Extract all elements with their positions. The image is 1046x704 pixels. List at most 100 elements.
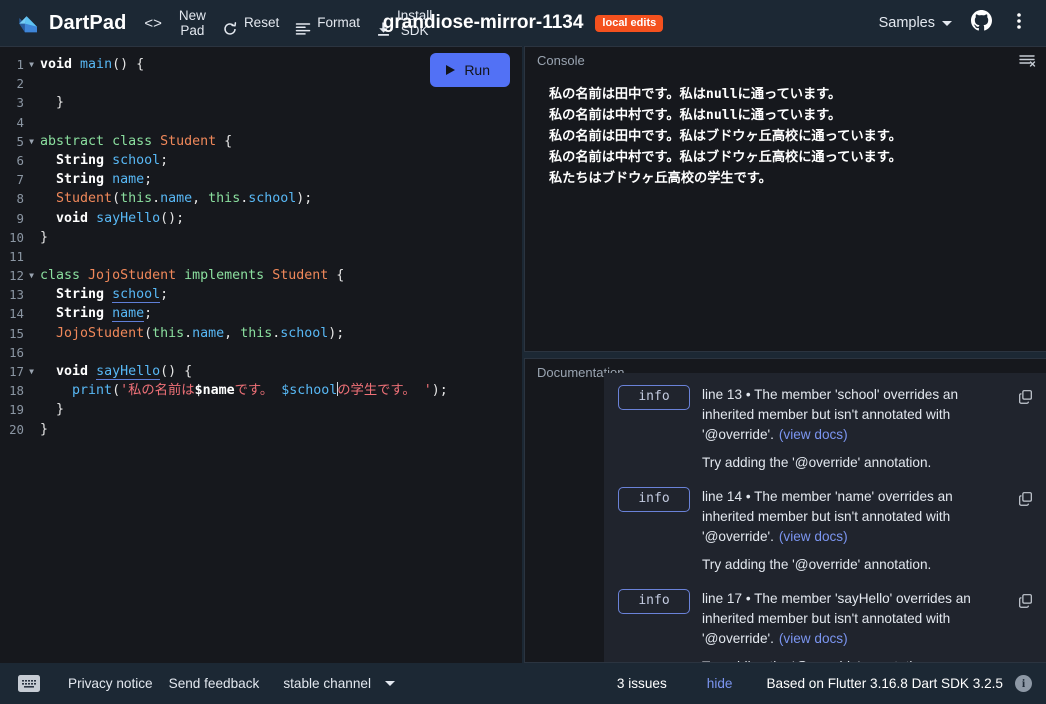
send-feedback-link[interactable]: Send feedback [161,672,268,695]
code-line[interactable]: 11 [0,247,522,266]
line-number: 2 [16,76,24,92]
code-token: ( [112,383,121,399]
fold-triangle-icon[interactable]: ▼ [26,266,37,285]
code-token: String [56,172,105,188]
code-token: name [112,172,145,188]
code-token: ; [144,306,153,322]
code-line[interactable]: 17 ▼ void sayHello() { [0,362,522,381]
code-token: Student [272,268,329,284]
keyboard-icon[interactable] [18,675,40,692]
code-token: abstract [40,133,105,149]
code-line[interactable]: 14 String name; [0,304,522,323]
brand[interactable]: DartPad [16,11,126,35]
code-line[interactable]: 6 String school; [0,151,522,170]
code-token: void [56,210,89,226]
format-label: Format [317,15,360,31]
samples-dropdown[interactable]: Samples [871,10,960,36]
channel-dropdown[interactable]: stable channel [275,672,403,695]
info-icon[interactable]: i [1015,675,1032,692]
privacy-notice-link[interactable]: Privacy notice [60,672,161,695]
code-line[interactable]: 10} [0,228,522,247]
github-button[interactable] [964,6,998,40]
code-line[interactable]: 19 } [0,400,522,419]
code-token: school [112,287,161,304]
code-token: void [40,57,73,72]
code-token: class [40,268,81,284]
issues-count[interactable]: 3 issues [611,672,673,695]
hide-issues-button[interactable]: hide [701,672,739,695]
code-token: . [184,325,193,341]
issues-list: info line 13 • The member 'school' overri… [604,373,1046,662]
code-text: } [37,93,64,112]
code-line[interactable]: 9 void sayHello(); [0,209,522,228]
new-pad-button[interactable]: New Pad [172,5,213,41]
code-token: (); [160,210,185,226]
code-line[interactable]: 8 Student(this.name, this.school); [0,189,522,208]
copy-icon[interactable] [1016,489,1034,507]
code-text: Student(this.name, this.school); [37,189,312,208]
code-text: String school; [37,151,168,170]
issue-item[interactable]: info line 17 • The member 'sayHello' over… [604,589,1046,662]
code-line[interactable]: 4 [0,113,522,132]
reset-label: Reset [243,15,280,31]
copy-icon[interactable] [1016,387,1034,405]
fold-triangle-icon[interactable]: ▼ [26,55,37,74]
code-token: ); [431,383,448,399]
code-token: print [72,383,113,399]
reset-button[interactable]: Reset [215,3,286,43]
code-text: String name; [37,304,152,323]
code-editor-pane[interactable]: 1 ▼ void main() {2 3 } 4 5 ▼ abstract class Stu… [0,46,522,663]
code-toggle-icon[interactable]: <> [138,11,168,36]
line-number: 11 [9,248,24,264]
code-token: school [248,191,297,207]
view-docs-link[interactable]: (view docs) [779,427,848,442]
code-area[interactable]: 1 ▼ void main() {2 3 } 4 5 ▼ abstract class Stu… [0,47,522,439]
overflow-menu-button[interactable] [1002,6,1036,40]
code-text: String school; [37,285,168,304]
view-docs-link[interactable]: (view docs) [779,529,848,544]
issue-item[interactable]: info line 13 • The member 'school' overri… [604,385,1046,473]
code-line[interactable]: 15 JojoStudent(this.name, this.school); [0,324,522,343]
view-docs-link[interactable]: (view docs) [779,631,848,646]
run-button[interactable]: Run [430,53,510,87]
code-token: this [240,325,273,341]
code-token: JojoStudent [88,268,177,284]
page-title: grandiose-mirror-1134 [382,12,584,33]
fold-triangle-icon[interactable]: ▼ [26,132,37,151]
code-token: name [192,325,225,341]
code-line[interactable]: 5 ▼ abstract class Student { [0,132,522,151]
code-line[interactable]: 3 } [0,93,522,112]
code-token: . [152,191,161,207]
code-text: } [37,228,48,247]
format-button[interactable]: Format [288,4,367,42]
code-line[interactable]: 20} [0,420,522,439]
issue-item[interactable]: info line 14 • The member 'name' override… [604,487,1046,575]
code-line[interactable]: 7 String name; [0,170,522,189]
line-number: 3 [16,95,24,111]
severity-badge: info [618,589,690,614]
code-line[interactable]: 12 ▼ class JojoStudent implements Student … [0,266,522,285]
code-line[interactable]: 18 print('私の名前は$nameです。 $schoolの学生です。 ')… [0,381,522,400]
code-line[interactable]: 13 String school; [0,285,522,304]
issue-body: line 17 • The member 'sayHello' override… [702,589,1004,662]
copy-icon[interactable] [1016,591,1034,609]
code-token: '私の名前は [120,383,195,399]
code-text: void sayHello(); [37,209,184,228]
clear-console-icon[interactable] [1019,54,1036,68]
issue-message-row: line 17 • The member 'sayHello' override… [702,589,1004,649]
code-token: JojoStudent [56,325,145,341]
status-bar: Privacy notice Send feedback stable chan… [0,663,1046,704]
code-line[interactable]: 16 [0,343,522,362]
code-token: の学生です。 ' [337,383,432,399]
fold-triangle-icon[interactable]: ▼ [26,362,37,381]
